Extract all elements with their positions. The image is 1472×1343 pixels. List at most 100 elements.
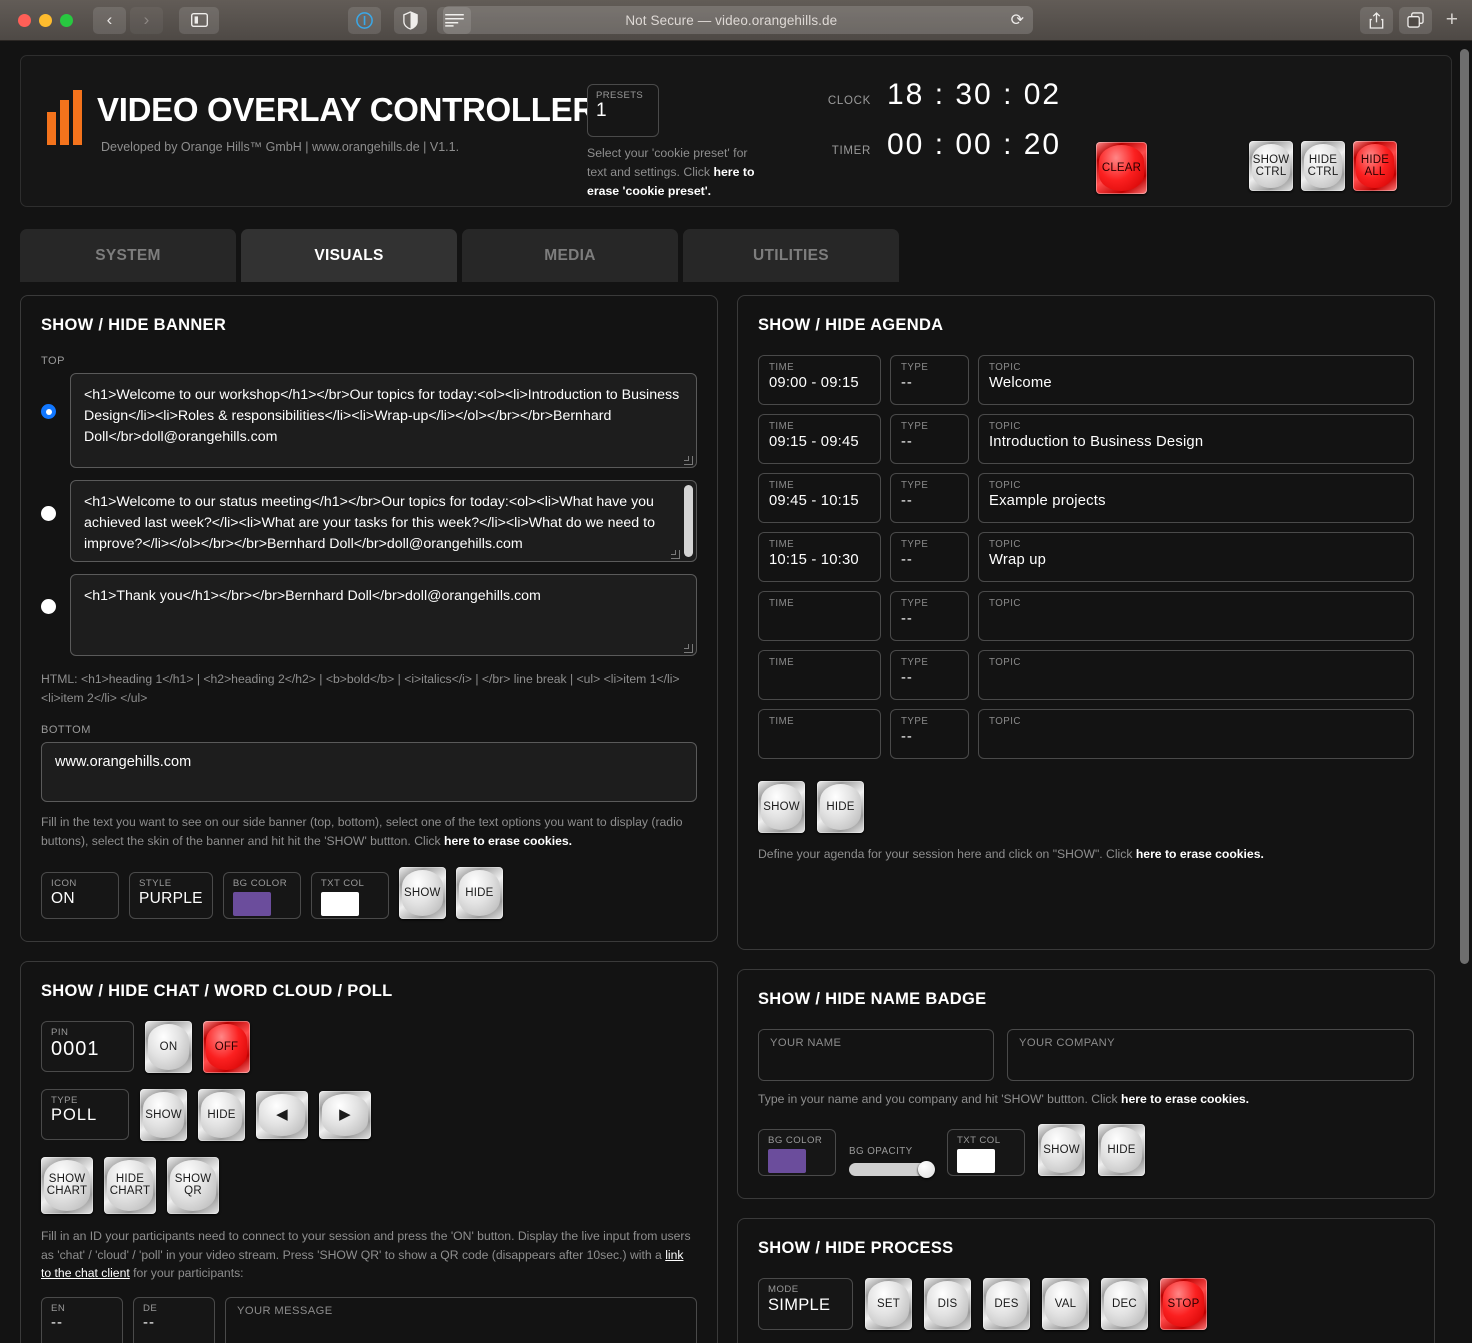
agenda-topic-input[interactable]: TOPICWelcome <box>978 355 1414 405</box>
privacy-report-icon[interactable] <box>348 7 381 34</box>
show-ctrl-button[interactable]: SHOW CTRL <box>1249 141 1293 191</box>
agenda-topic-input[interactable]: TOPIC <box>978 650 1414 700</box>
banner-txtcolor-swatch[interactable] <box>321 892 359 916</box>
slider-knob[interactable] <box>918 1161 935 1178</box>
agenda-type-select[interactable]: TYPE-- <box>890 414 969 464</box>
sidebar-toggle-icon[interactable] <box>179 7 219 34</box>
presets-select[interactable]: PRESETS 1 <box>587 84 659 137</box>
chat-en-select[interactable]: EN -- <box>41 1297 123 1343</box>
agenda-topic-input[interactable]: TOPIC <box>978 709 1414 759</box>
agenda-show-button[interactable]: SHOW <box>758 781 805 833</box>
show-chart-button[interactable]: SHOW CHART <box>41 1157 93 1214</box>
chat-pin-input[interactable]: PIN 0001 <box>41 1021 134 1072</box>
namebadge-txtcolor-swatch[interactable] <box>957 1149 995 1173</box>
close-window-button[interactable] <box>18 14 31 27</box>
maximize-window-button[interactable] <box>60 14 73 27</box>
namebadge-erase-cookies-link[interactable]: here to erase cookies. <box>1121 1092 1249 1106</box>
agenda-type-select[interactable]: TYPE-- <box>890 650 969 700</box>
chat-de-select[interactable]: DE -- <box>133 1297 215 1343</box>
forward-chevron-icon[interactable]: › <box>130 7 163 34</box>
reload-icon[interactable]: ⟳ <box>1011 10 1024 30</box>
agenda-type-select[interactable]: TYPE-- <box>890 532 969 582</box>
page-scrollbar-track[interactable] <box>1457 41 1472 1343</box>
banner-txtcolor-picker[interactable]: TXT COL <box>311 872 389 919</box>
chat-off-button[interactable]: OFF <box>203 1021 250 1073</box>
slider-track[interactable] <box>849 1163 934 1176</box>
chat-hide-button[interactable]: HIDE <box>198 1089 245 1141</box>
address-bar[interactable]: Not Secure — video.orangehills.de ⟳ <box>443 6 1033 34</box>
minimize-window-button[interactable] <box>39 14 52 27</box>
reader-contrast-icon[interactable] <box>394 7 427 34</box>
agenda-topic-input[interactable]: TOPICWrap up <box>978 532 1414 582</box>
agenda-time-input[interactable]: TIME <box>758 709 881 759</box>
banner-style-select[interactable]: STYLE PURPLE <box>129 872 213 919</box>
banner-textarea-1[interactable]: <h1>Welcome to our workshop</h1></br>Our… <box>70 373 697 468</box>
process-des-button[interactable]: DES <box>983 1278 1030 1330</box>
resize-grip-icon[interactable] <box>671 550 680 559</box>
agenda-type-select[interactable]: TYPE-- <box>890 355 969 405</box>
arrow-right-icon[interactable]: ▶ <box>319 1091 371 1139</box>
namebadge-hide-button[interactable]: HIDE <box>1098 1124 1145 1176</box>
namebadge-bgcolor-swatch[interactable] <box>768 1149 806 1173</box>
agenda-topic-input[interactable]: TOPICIntroduction to Business Design <box>978 414 1414 464</box>
namebadge-txtcolor-picker[interactable]: TXT COL <box>947 1129 1025 1176</box>
hide-ctrl-button[interactable]: HIDE CTRL <box>1301 141 1345 191</box>
banner-bottom-textarea[interactable]: www.orangehills.com <box>41 742 697 802</box>
agenda-time-input[interactable]: TIME <box>758 650 881 700</box>
new-tab-button[interactable]: + <box>1446 8 1458 32</box>
banner-option-radio-3[interactable] <box>41 599 56 614</box>
textarea-scrollbar-thumb[interactable] <box>684 485 693 557</box>
banner-option-radio-2[interactable] <box>41 506 56 521</box>
process-mode-select[interactable]: MODE SIMPLE <box>758 1278 853 1330</box>
banner-icon-select[interactable]: ICON ON <box>41 872 119 919</box>
agenda-erase-cookies-link[interactable]: here to erase cookies. <box>1136 847 1264 861</box>
namebadge-show-button[interactable]: SHOW <box>1038 1124 1085 1176</box>
resize-grip-icon[interactable] <box>684 644 693 653</box>
agenda-time-input[interactable]: TIME09:45 - 10:15 <box>758 473 881 523</box>
namebadge-bgcolor-picker[interactable]: BG COLOR <box>758 1129 836 1176</box>
process-dec-button[interactable]: DEC <box>1101 1278 1148 1330</box>
tab-visuals[interactable]: VISUALS <box>241 229 457 282</box>
resize-grip-icon[interactable] <box>684 456 693 465</box>
show-qr-button[interactable]: SHOW QR <box>167 1157 219 1214</box>
chat-show-button[interactable]: SHOW <box>140 1089 187 1141</box>
tab-media[interactable]: MEDIA <box>462 229 678 282</box>
chat-type-select[interactable]: TYPE POLL <box>41 1089 129 1140</box>
clear-button[interactable]: CLEAR <box>1096 142 1147 194</box>
process-dis-button[interactable]: DIS <box>924 1278 971 1330</box>
process-val-button[interactable]: VAL <box>1042 1278 1089 1330</box>
namebadge-company-input[interactable]: YOUR COMPANY <box>1007 1029 1414 1081</box>
agenda-time-input[interactable]: TIME09:15 - 09:45 <box>758 414 881 464</box>
chat-on-button[interactable]: ON <box>145 1021 192 1073</box>
namebadge-name-input[interactable]: YOUR NAME <box>758 1029 994 1081</box>
banner-show-button[interactable]: SHOW <box>399 867 446 919</box>
banner-bgcolor-swatch[interactable] <box>233 892 271 916</box>
banner-hide-button[interactable]: HIDE <box>456 867 503 919</box>
banner-bgcolor-picker[interactable]: BG COLOR <box>223 872 301 919</box>
namebadge-bgopacity-slider[interactable]: BG OPACITY <box>849 1146 934 1176</box>
agenda-time-input[interactable]: TIME10:15 - 10:30 <box>758 532 881 582</box>
process-set-button[interactable]: SET <box>865 1278 912 1330</box>
banner-option-radio-1[interactable] <box>41 404 56 419</box>
agenda-time-input[interactable]: TIME <box>758 591 881 641</box>
agenda-time-input[interactable]: TIME09:00 - 09:15 <box>758 355 881 405</box>
banner-erase-cookies-link[interactable]: here to erase cookies. <box>444 834 572 848</box>
agenda-type-select[interactable]: TYPE-- <box>890 473 969 523</box>
agenda-type-select[interactable]: TYPE-- <box>890 591 969 641</box>
tab-system[interactable]: SYSTEM <box>20 229 236 282</box>
back-chevron-icon[interactable]: ‹ <box>93 7 126 34</box>
chat-message-input[interactable]: YOUR MESSAGE <box>225 1297 697 1343</box>
agenda-type-select[interactable]: TYPE-- <box>890 709 969 759</box>
tab-utilities[interactable]: UTILITIES <box>683 229 899 282</box>
tab-overview-icon[interactable] <box>1399 7 1432 34</box>
banner-textarea-3[interactable]: <h1>Thank you</h1></br></br>Bernhard Dol… <box>70 574 697 656</box>
agenda-hide-button[interactable]: HIDE <box>817 781 864 833</box>
textarea-scrollbar[interactable] <box>682 482 695 560</box>
hide-all-button[interactable]: HIDE ALL <box>1353 141 1397 191</box>
agenda-topic-input[interactable]: TOPICExample projects <box>978 473 1414 523</box>
process-stop-button[interactable]: STOP <box>1160 1278 1207 1330</box>
agenda-topic-input[interactable]: TOPIC <box>978 591 1414 641</box>
arrow-left-icon[interactable]: ◀ <box>256 1091 308 1139</box>
hide-chart-button[interactable]: HIDE CHART <box>104 1157 156 1214</box>
banner-textarea-2[interactable]: <h1>Welcome to our status meeting</h1></… <box>70 480 697 562</box>
